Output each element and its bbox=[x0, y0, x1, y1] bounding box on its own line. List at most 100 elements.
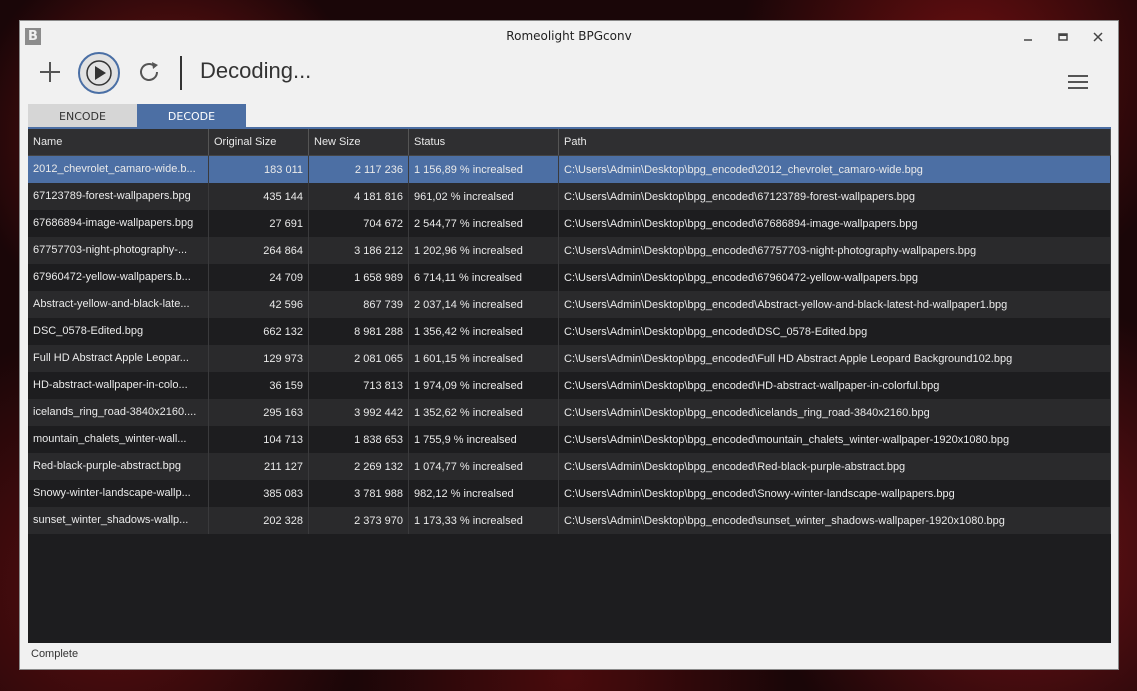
close-icon bbox=[1093, 32, 1103, 42]
cell-status: 6 714,11 % increalsed bbox=[409, 264, 559, 291]
cell-new-size: 713 813 bbox=[309, 372, 409, 399]
app-window: B Romeolight BPGconv Decoding... ENCODE … bbox=[19, 20, 1119, 670]
cell-original-size: 295 163 bbox=[209, 399, 309, 426]
cell-path: C:\Users\Admin\Desktop\bpg_encoded\Full … bbox=[559, 345, 1111, 372]
file-table[interactable]: Name Original Size New Size Status Path … bbox=[28, 129, 1111, 643]
cell-new-size: 8 981 288 bbox=[309, 318, 409, 345]
cell-original-size: 202 328 bbox=[209, 507, 309, 534]
cell-name: Full HD Abstract Apple Leopar... bbox=[28, 345, 209, 372]
cell-status: 1 356,42 % increalsed bbox=[409, 318, 559, 345]
cell-new-size: 3 992 442 bbox=[309, 399, 409, 426]
cell-path: C:\Users\Admin\Desktop\bpg_encoded\Snowy… bbox=[559, 480, 1111, 507]
cell-original-size: 183 011 bbox=[209, 156, 309, 183]
cell-new-size: 2 117 236 bbox=[309, 156, 409, 183]
cell-new-size: 3 781 988 bbox=[309, 480, 409, 507]
minimize-button[interactable] bbox=[1017, 26, 1039, 48]
cell-name: 67960472-yellow-wallpapers.b... bbox=[28, 264, 209, 291]
tab-decode[interactable]: DECODE bbox=[137, 104, 246, 128]
cell-status: 1 352,62 % increalsed bbox=[409, 399, 559, 426]
cell-name: 67686894-image-wallpapers.bpg bbox=[28, 210, 209, 237]
cell-original-size: 129 973 bbox=[209, 345, 309, 372]
cell-path: C:\Users\Admin\Desktop\bpg_encoded\icela… bbox=[559, 399, 1111, 426]
column-header-original-size[interactable]: Original Size bbox=[209, 129, 309, 155]
minimize-icon bbox=[1024, 39, 1032, 41]
cell-path: C:\Users\Admin\Desktop\bpg_encoded\67757… bbox=[559, 237, 1111, 264]
cell-name: Snowy-winter-landscape-wallp... bbox=[28, 480, 209, 507]
cell-name: DSC_0578-Edited.bpg bbox=[28, 318, 209, 345]
cell-path: C:\Users\Admin\Desktop\bpg_encoded\mount… bbox=[559, 426, 1111, 453]
table-row[interactable]: icelands_ring_road-3840x2160.... 295 163 3… bbox=[28, 399, 1111, 426]
cell-new-size: 867 739 bbox=[309, 291, 409, 318]
cell-new-size: 2 081 065 bbox=[309, 345, 409, 372]
cell-status: 1 974,09 % increalsed bbox=[409, 372, 559, 399]
cell-new-size: 2 269 132 bbox=[309, 453, 409, 480]
window-title: Romeolight BPGconv bbox=[506, 29, 632, 43]
process-status: Decoding... bbox=[200, 58, 312, 83]
table-row[interactable]: 67686894-image-wallpapers.bpg 27 691 704 6… bbox=[28, 210, 1111, 237]
column-header-new-size[interactable]: New Size bbox=[309, 129, 409, 155]
table-row[interactable]: 67123789-forest-wallpapers.bpg 435 144 4 1… bbox=[28, 183, 1111, 210]
cell-original-size: 104 713 bbox=[209, 426, 309, 453]
table-row[interactable]: mountain_chalets_winter-wall... 104 713 1 … bbox=[28, 426, 1111, 453]
cell-name: 67123789-forest-wallpapers.bpg bbox=[28, 183, 209, 210]
table-header: Name Original Size New Size Status Path bbox=[28, 129, 1111, 156]
plus-icon bbox=[40, 62, 60, 82]
cell-status: 1 156,89 % increalsed bbox=[409, 156, 559, 183]
table-row[interactable]: DSC_0578-Edited.bpg 662 132 8 981 288 1 356… bbox=[28, 318, 1111, 345]
hamburger-menu-icon[interactable] bbox=[1068, 73, 1088, 91]
cell-original-size: 36 159 bbox=[209, 372, 309, 399]
cell-path: C:\Users\Admin\Desktop\bpg_encoded\sunse… bbox=[559, 507, 1111, 534]
table-row[interactable]: 67960472-yellow-wallpapers.b... 24 709 1 6… bbox=[28, 264, 1111, 291]
cell-name: Abstract-yellow-and-black-late... bbox=[28, 291, 209, 318]
cell-original-size: 24 709 bbox=[209, 264, 309, 291]
column-header-name[interactable]: Name bbox=[28, 129, 209, 155]
cell-status: 1 173,33 % increalsed bbox=[409, 507, 559, 534]
tab-encode[interactable]: ENCODE bbox=[28, 104, 137, 128]
cell-new-size: 2 373 970 bbox=[309, 507, 409, 534]
cell-status: 1 074,77 % increalsed bbox=[409, 453, 559, 480]
cell-status: 1 755,9 % increalsed bbox=[409, 426, 559, 453]
cell-path: C:\Users\Admin\Desktop\bpg_encoded\67123… bbox=[559, 183, 1111, 210]
cell-name: 67757703-night-photography-... bbox=[28, 237, 209, 264]
table-row[interactable]: 2012_chevrolet_camaro-wide.b... 183 011 2 … bbox=[28, 156, 1111, 183]
table-row[interactable]: Full HD Abstract Apple Leopar... 129 973 2… bbox=[28, 345, 1111, 372]
cell-original-size: 42 596 bbox=[209, 291, 309, 318]
cell-status: 1 202,96 % increalsed bbox=[409, 237, 559, 264]
mode-tabs: ENCODE DECODE bbox=[28, 104, 246, 128]
cell-original-size: 264 864 bbox=[209, 237, 309, 264]
maximize-button[interactable] bbox=[1052, 26, 1074, 48]
cell-new-size: 3 186 212 bbox=[309, 237, 409, 264]
cell-status: 961,02 % increalsed bbox=[409, 183, 559, 210]
close-button[interactable] bbox=[1087, 26, 1109, 48]
cell-path: C:\Users\Admin\Desktop\bpg_encoded\HD-ab… bbox=[559, 372, 1111, 399]
cell-path: C:\Users\Admin\Desktop\bpg_encoded\2012_… bbox=[559, 156, 1111, 183]
column-header-path[interactable]: Path bbox=[559, 129, 1111, 155]
table-row[interactable]: 67757703-night-photography-... 264 864 3 1… bbox=[28, 237, 1111, 264]
toolbar: Decoding... bbox=[20, 51, 1118, 101]
start-button[interactable] bbox=[78, 52, 120, 94]
cell-name: icelands_ring_road-3840x2160.... bbox=[28, 399, 209, 426]
cell-new-size: 4 181 816 bbox=[309, 183, 409, 210]
status-bar-text: Complete bbox=[31, 648, 79, 660]
cell-original-size: 385 083 bbox=[209, 480, 309, 507]
cell-status: 1 601,15 % increalsed bbox=[409, 345, 559, 372]
table-row[interactable]: HD-abstract-wallpaper-in-colo... 36 159 71… bbox=[28, 372, 1111, 399]
refresh-button[interactable] bbox=[135, 58, 163, 86]
table-row[interactable]: Snowy-winter-landscape-wallp... 385 083 3 … bbox=[28, 480, 1111, 507]
maximize-icon bbox=[1058, 33, 1068, 41]
table-row[interactable]: sunset_winter_shadows-wallp... 202 328 2 3… bbox=[28, 507, 1111, 534]
column-header-status[interactable]: Status bbox=[409, 129, 559, 155]
cell-status: 2 544,77 % increalsed bbox=[409, 210, 559, 237]
add-files-button[interactable] bbox=[36, 58, 64, 86]
table-body: 2012_chevrolet_camaro-wide.b... 183 011 2 … bbox=[28, 156, 1111, 534]
cell-path: C:\Users\Admin\Desktop\bpg_encoded\DSC_0… bbox=[559, 318, 1111, 345]
cell-name: mountain_chalets_winter-wall... bbox=[28, 426, 209, 453]
title-bar[interactable]: B Romeolight BPGconv bbox=[20, 21, 1118, 53]
table-row[interactable]: Red-black-purple-abstract.bpg 211 127 2 26… bbox=[28, 453, 1111, 480]
cell-name: Red-black-purple-abstract.bpg bbox=[28, 453, 209, 480]
table-row[interactable]: Abstract-yellow-and-black-late... 42 596 8… bbox=[28, 291, 1111, 318]
cell-name: 2012_chevrolet_camaro-wide.b... bbox=[28, 156, 209, 183]
cell-path: C:\Users\Admin\Desktop\bpg_encoded\67960… bbox=[559, 264, 1111, 291]
cell-status: 982,12 % increalsed bbox=[409, 480, 559, 507]
cell-name: sunset_winter_shadows-wallp... bbox=[28, 507, 209, 534]
